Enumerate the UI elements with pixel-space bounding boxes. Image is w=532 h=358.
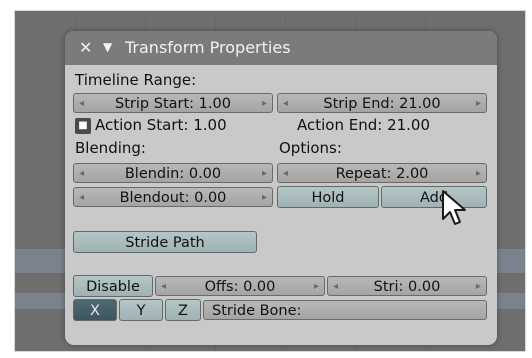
repeat-value: Repeat: 2.00 [335,166,429,182]
offs-value: Offs: 0.00 [204,279,276,295]
decrement-arrow-icon[interactable]: ◂ [79,94,84,114]
decrement-arrow-icon[interactable]: ◂ [283,164,288,184]
blendout-field[interactable]: ◂ Blendout: 0.00 ▸ [73,187,273,207]
increment-arrow-icon[interactable]: ▸ [262,94,267,114]
increment-arrow-icon[interactable]: ▸ [262,188,267,208]
viewport-frame: ✕ ▼ Transform Properties Timeline Range:… [14,10,526,352]
stride-bone-field[interactable]: Stride Bone: [203,300,487,320]
lock-icon[interactable]: ■ [75,118,91,134]
strip-start-value: Strip Start: 1.00 [115,96,231,112]
decrement-arrow-icon[interactable]: ◂ [283,94,288,114]
repeat-field[interactable]: ◂ Repeat: 2.00 ▸ [277,163,487,183]
decrement-arrow-icon[interactable]: ◂ [161,277,166,297]
stride-bone-label: Stride Bone: [212,303,302,319]
blendout-value: Blendout: 0.00 [119,190,227,206]
blendin-field[interactable]: ◂ Blendin: 0.00 ▸ [73,163,273,183]
close-icon[interactable]: ✕ [79,38,92,57]
disable-button[interactable]: Disable [73,275,153,297]
increment-arrow-icon[interactable]: ▸ [262,164,267,184]
transform-properties-panel: ✕ ▼ Transform Properties Timeline Range:… [65,31,497,345]
increment-arrow-icon[interactable]: ▸ [476,94,481,114]
decrement-arrow-icon[interactable]: ◂ [79,164,84,184]
axis-x-button[interactable]: X [73,299,117,321]
stri-field[interactable]: ◂ Stri: 0.00 ▸ [327,276,487,296]
timeline-range-label: Timeline Range: [75,71,197,89]
increment-arrow-icon[interactable]: ▸ [476,277,481,297]
mouse-pointer-icon [442,190,466,225]
offs-field[interactable]: ◂ Offs: 0.00 ▸ [155,276,325,296]
blendin-value: Blendin: 0.00 [124,166,222,182]
panel-header: ✕ ▼ Transform Properties [65,31,497,65]
panel-title: Transform Properties [125,38,291,57]
decrement-arrow-icon[interactable]: ◂ [333,277,338,297]
collapse-triangle-icon[interactable]: ▼ [103,40,112,54]
axis-z-button[interactable]: Z [165,299,201,321]
decrement-arrow-icon[interactable]: ◂ [79,188,84,208]
increment-arrow-icon[interactable]: ▸ [314,277,319,297]
strip-end-field[interactable]: ◂ Strip End: 21.00 ▸ [277,93,487,113]
blending-label: Blending: [75,139,146,157]
hold-button[interactable]: Hold [277,186,379,208]
increment-arrow-icon[interactable]: ▸ [476,164,481,184]
stri-value: Stri: 0.00 [373,279,441,295]
add-button[interactable]: Add [381,186,487,208]
axis-y-button[interactable]: Y [119,299,163,321]
options-label: Options: [279,139,342,157]
action-start-label: Action Start: 1.00 [95,116,227,134]
strip-start-field[interactable]: ◂ Strip Start: 1.00 ▸ [73,93,273,113]
action-end-label: Action End: 21.00 [297,116,431,134]
strip-end-value: Strip End: 21.00 [323,96,441,112]
stride-path-button[interactable]: Stride Path [73,231,257,253]
